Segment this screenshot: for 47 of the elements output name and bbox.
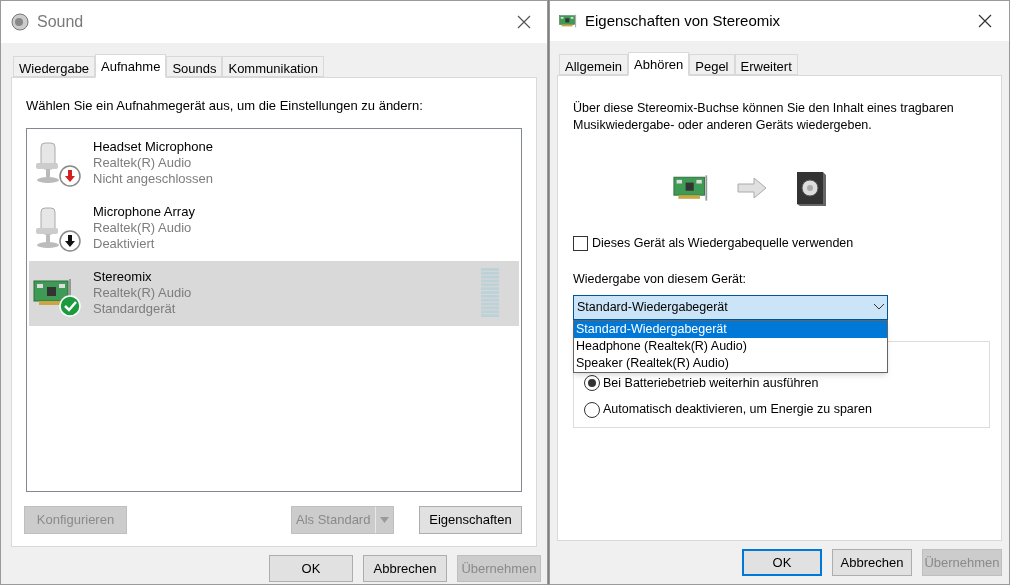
instruction-text: Wählen Sie ein Aufnahmegerät aus, um die Einstellungen zu ändern: [26, 97, 424, 115]
dialog-button[interactable]: Abbrechen [832, 549, 912, 576]
tab[interactable]: Abhören [628, 52, 690, 76]
device-name: Microphone Array [93, 204, 196, 220]
device-button[interactable]: Eigenschaften [419, 505, 522, 534]
dialog-button[interactable]: OK [742, 549, 822, 576]
radio-label: Automatisch deaktivieren, um Energie zu sparen [603, 401, 872, 419]
radio-button[interactable] [584, 401, 600, 418]
tab[interactable]: Pegel [689, 54, 735, 75]
tab[interactable]: Kommunikation [222, 56, 325, 77]
close-icon[interactable] [978, 14, 992, 28]
speaker-box-icon [794, 170, 827, 206]
tab[interactable]: Erweitert [734, 54, 798, 75]
right-arrow-icon [736, 177, 767, 199]
device-driver: Realtek(R) Audio [93, 285, 193, 301]
device-status: Standardgerät [93, 301, 177, 317]
tab[interactable]: Wiedergabe [13, 56, 96, 77]
tab[interactable]: Sounds [166, 56, 223, 77]
device-name: Headset Microphone [93, 139, 214, 155]
field-label: Wiedergabe von diesem Gerät: [573, 270, 747, 288]
tab[interactable]: Allgemein [559, 54, 629, 75]
device-driver: Realtek(R) Audio [93, 220, 193, 236]
device-item[interactable]: Stereomix Realtek(R) Audio Standardgerät [29, 260, 519, 326]
device-name: Stereomix [93, 269, 153, 285]
device-status: Deaktiviert [93, 236, 156, 252]
chevron-down-icon [874, 304, 884, 310]
dialog-button[interactable]: OK [269, 555, 353, 582]
speaker-icon [11, 13, 29, 31]
caret-icon [380, 516, 389, 523]
sound-card-icon [672, 173, 709, 203]
checkbox-label: Dieses Gerät als Wiedergabequelle verwenden [592, 235, 854, 252]
device-driver: Realtek(R) Audio [93, 155, 193, 171]
checkbox[interactable] [573, 235, 588, 251]
window-title: Sound [37, 12, 84, 32]
description-text: Über diese Stereomix-Buchse können Sie den Inhalt eines tragbaren Musikwiedergabe- oder anderen Geräts wiedergeben. [573, 100, 955, 134]
dropdown-option[interactable]: Headphone (Realtek(R) Audio) [574, 337, 887, 355]
dialog-button[interactable]: Abbrechen [363, 555, 447, 582]
radio-label: Bei Batteriebetrieb weiterhin ausführen [603, 374, 819, 392]
radio-button[interactable] [584, 374, 600, 391]
dropdown-option[interactable]: Standard-Wiedergabegerät [574, 320, 887, 338]
window-title: Eigenschaften von Stereomix [585, 10, 781, 31]
playback-dropdown[interactable]: Standard-Wiedergabegerät [573, 294, 888, 320]
device-status: Nicht angeschlossen [93, 171, 214, 187]
sound-card-icon [559, 14, 577, 28]
dropdown-option[interactable]: Speaker (Realtek(R) Audio) [574, 354, 887, 372]
tab[interactable]: Aufnahme [95, 54, 167, 78]
close-icon[interactable] [517, 15, 531, 29]
